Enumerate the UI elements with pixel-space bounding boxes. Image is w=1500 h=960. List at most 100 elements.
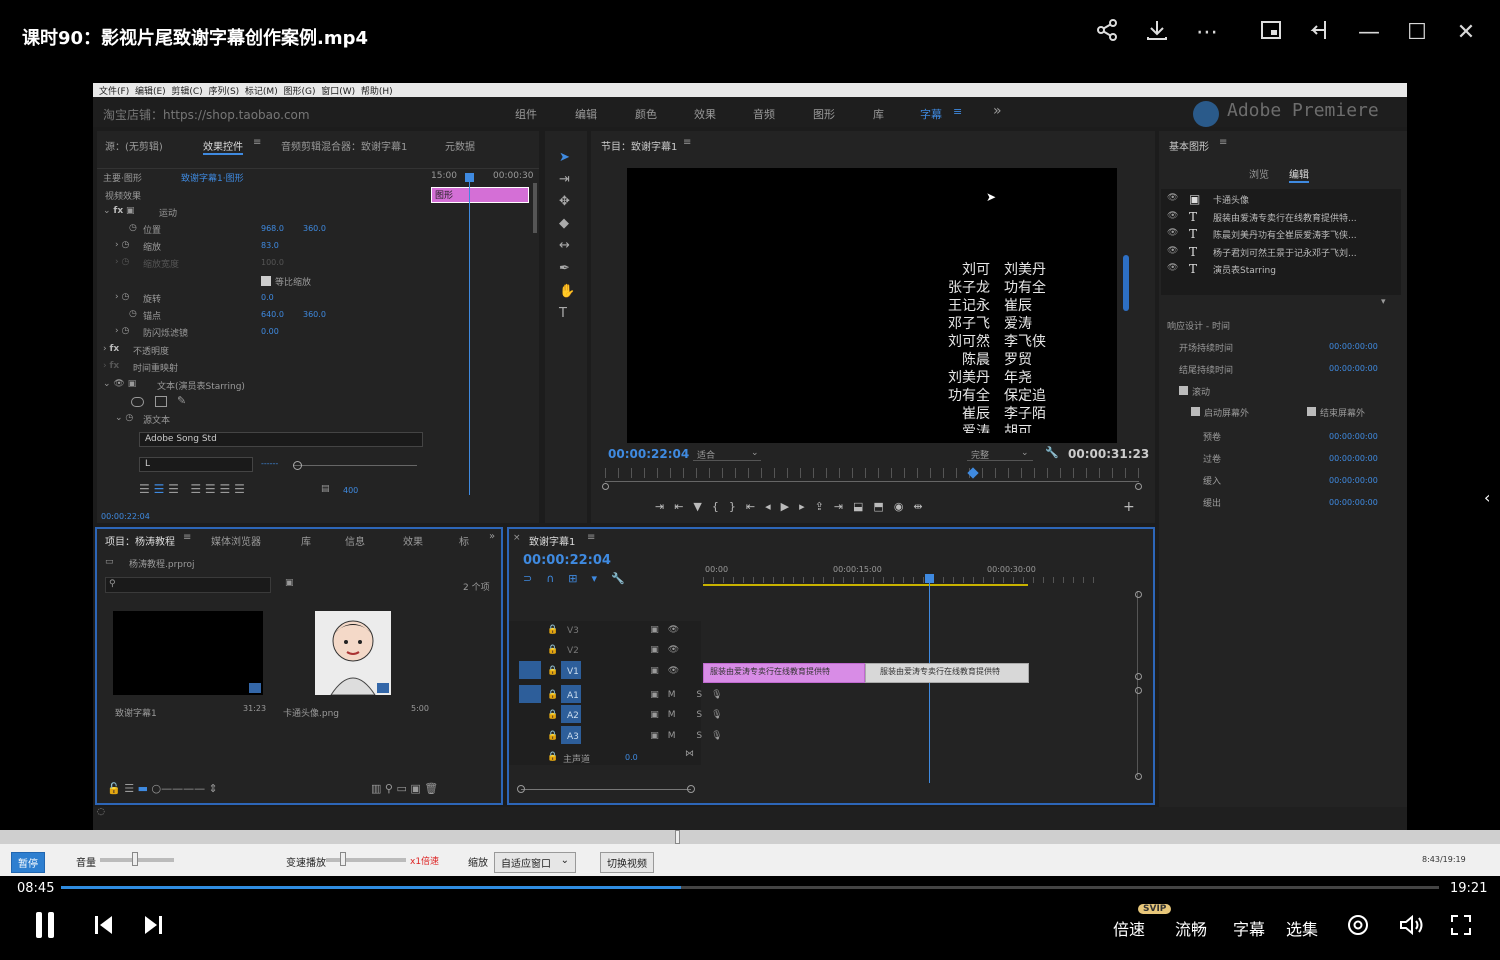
- panel-tab[interactable]: 音频剪辑混合器：致谢字幕1: [281, 138, 407, 153]
- workspace-tab[interactable]: 音频: [753, 106, 775, 122]
- eye-icon[interactable]: 👁: [1167, 246, 1178, 256]
- menu-icon[interactable]: ≡: [953, 105, 962, 118]
- a1-track-controls[interactable]: 🔒 ▣M S🎙: [547, 690, 732, 700]
- eg-tab-active[interactable]: 编辑: [1289, 166, 1309, 183]
- flicker-value[interactable]: 0.00: [261, 327, 279, 336]
- close-icon[interactable]: ✕: [1451, 18, 1481, 48]
- tracking-value[interactable]: 400: [343, 486, 358, 495]
- eg-layer-name[interactable]: 演员表Starring: [1213, 263, 1276, 276]
- rect-mask-icon[interactable]: [155, 396, 167, 407]
- timeline-timecode[interactable]: 00:00:22:04: [523, 553, 611, 568]
- eye-icon[interactable]: 👁: [1167, 193, 1178, 203]
- menu-icon[interactable]: ≡: [253, 137, 261, 148]
- font-size-slider-handle[interactable]: [293, 461, 302, 470]
- settings-icon[interactable]: [1346, 913, 1370, 941]
- share-icon[interactable]: [1092, 18, 1122, 48]
- subtitle-button[interactable]: 字幕: [1233, 916, 1265, 940]
- position-y[interactable]: 360.0: [303, 224, 326, 233]
- panel-tab[interactable]: 信息: [345, 533, 365, 548]
- workspace-tab[interactable]: 编辑: [575, 106, 597, 122]
- scroll-handle[interactable]: [1135, 687, 1142, 694]
- timeline-playhead-handle[interactable]: [925, 574, 934, 583]
- project-footer-icons[interactable]: 🔓 ☰ ▬ ○———— ⇕: [107, 782, 218, 795]
- workspace-tab[interactable]: 颜色: [635, 106, 657, 122]
- menu-icon[interactable]: ≡: [683, 137, 691, 148]
- minimize-icon[interactable]: —: [1354, 18, 1384, 48]
- preroll-value[interactable]: 00:00:00:00: [1329, 432, 1378, 441]
- position-x[interactable]: 968.0: [261, 224, 284, 233]
- workspace-tab[interactable]: 效果: [694, 106, 716, 122]
- roll-checkbox[interactable]: [1179, 386, 1188, 395]
- timeline-hscroll[interactable]: [521, 789, 691, 790]
- end-duration-value[interactable]: 00:00:00:00: [1329, 364, 1378, 373]
- start-offscreen-checkbox[interactable]: [1191, 407, 1200, 416]
- speed-slider-handle[interactable]: [340, 852, 346, 866]
- fullscreen-icon[interactable]: [1449, 913, 1473, 941]
- program-scrollbar[interactable]: [1123, 255, 1129, 311]
- legacy-seek-handle[interactable]: [675, 830, 680, 844]
- eg-layer-name[interactable]: 卡通头像: [1213, 193, 1249, 206]
- more-panels[interactable]: »: [489, 531, 495, 542]
- eye-icon[interactable]: 👁: [1167, 228, 1178, 238]
- v1-track-controls[interactable]: 🔒 ▣👁: [547, 666, 688, 676]
- transport-controls[interactable]: ⇥⇤▼{}⇤◂▶▸⇪⇥⬓⬒◉⇹: [655, 500, 933, 513]
- workspace-tab[interactable]: 图形: [813, 106, 835, 122]
- ripple-tool-icon[interactable]: ✥: [559, 195, 570, 209]
- project-actions-icons[interactable]: ▥ ⚲ ▭ ▣ 🗑: [371, 782, 438, 795]
- font-size-slider[interactable]: [293, 465, 417, 466]
- menu-icon[interactable]: ≡: [587, 532, 595, 543]
- selection-tool-icon[interactable]: ➤: [559, 151, 570, 165]
- ease-in-value[interactable]: 00:00:00:00: [1329, 476, 1378, 485]
- scroll-handle[interactable]: [687, 785, 695, 793]
- workspace-tab[interactable]: 库: [873, 106, 884, 122]
- switch-video-button[interactable]: 切换视频: [600, 852, 654, 873]
- timeline-tab[interactable]: 致谢字幕1: [529, 533, 575, 548]
- font-size-value[interactable]: ------: [261, 459, 278, 468]
- more-icon[interactable]: ⋯: [1192, 18, 1222, 48]
- razor-tool-icon[interactable]: ◆: [559, 217, 569, 231]
- maximize-icon[interactable]: ☐: [1402, 18, 1432, 48]
- episodes-button[interactable]: 选集: [1286, 916, 1318, 940]
- scroll-handle[interactable]: [1135, 673, 1142, 680]
- panel-tab-active[interactable]: 效果控件: [203, 138, 243, 155]
- eg-layer-name[interactable]: 杨子君刘可然王景于记永邓子飞刘...: [1213, 246, 1357, 259]
- type-tool-icon[interactable]: T: [559, 307, 567, 321]
- panel-tab[interactable]: 源：(无剪辑): [105, 138, 163, 153]
- program-tab[interactable]: 节目：致谢字幕1: [601, 138, 677, 153]
- postroll-value[interactable]: 00:00:00:00: [1329, 454, 1378, 463]
- ec-scrollbar[interactable]: [533, 183, 537, 233]
- scroll-handle[interactable]: [1135, 483, 1142, 490]
- video-frame[interactable]: 文件(F) 编辑(E) 剪辑(C) 序列(S) 标记(M) 图形(G) 窗口(W…: [93, 83, 1407, 830]
- lock-icon[interactable]: 🔒: [547, 752, 558, 762]
- volume-slider-handle[interactable]: [132, 852, 138, 866]
- rotation-value[interactable]: 0.0: [261, 293, 274, 302]
- workspace-tab[interactable]: 组件: [515, 106, 537, 122]
- v2-track-controls[interactable]: 🔒 ▣👁: [547, 645, 688, 655]
- work-area-bar[interactable]: [703, 584, 1028, 586]
- scroll-handle[interactable]: [1135, 773, 1142, 780]
- a2-track-controls[interactable]: 🔒 ▣M S🎙: [547, 710, 732, 720]
- project-search-input[interactable]: [105, 577, 271, 593]
- ec-timecode[interactable]: 00:00:22:04: [101, 512, 150, 521]
- new-bin-icon[interactable]: ▣: [285, 578, 294, 588]
- uniform-checkbox[interactable]: [261, 276, 271, 286]
- panel-tab[interactable]: 媒体浏览器: [211, 533, 261, 548]
- workspace-tab-active[interactable]: 字幕: [920, 106, 942, 122]
- program-timecode[interactable]: 00:00:22:04: [608, 447, 689, 461]
- close-icon[interactable]: ×: [513, 533, 521, 543]
- timeline-clip[interactable]: 服装由爱涛专卖行在线教育提供特: [865, 663, 1029, 683]
- quality-button[interactable]: 流畅: [1175, 916, 1207, 940]
- side-panel-arrow-icon[interactable]: ‹: [1484, 488, 1490, 507]
- anchor-y[interactable]: 360.0: [303, 310, 326, 319]
- ec-playhead-handle[interactable]: [465, 173, 474, 182]
- pip-icon[interactable]: [1256, 18, 1286, 48]
- timeline-vscroll[interactable]: [1137, 591, 1138, 777]
- eg-layer-name[interactable]: 陈晨刘美丹功有全崔辰爱涛李飞侠...: [1213, 228, 1357, 241]
- project-tab[interactable]: 项目：杨涛教程: [105, 533, 175, 548]
- new-layer-icon[interactable]: ▾: [1381, 297, 1386, 307]
- next-icon[interactable]: [143, 914, 163, 940]
- align-buttons[interactable]: ☰ ☰ ☰ ☰ ☰ ☰ ☰: [139, 482, 245, 496]
- program-scrub-bar[interactable]: [605, 481, 1139, 482]
- timeline-playhead[interactable]: [929, 583, 930, 783]
- scroll-handle[interactable]: [517, 785, 525, 793]
